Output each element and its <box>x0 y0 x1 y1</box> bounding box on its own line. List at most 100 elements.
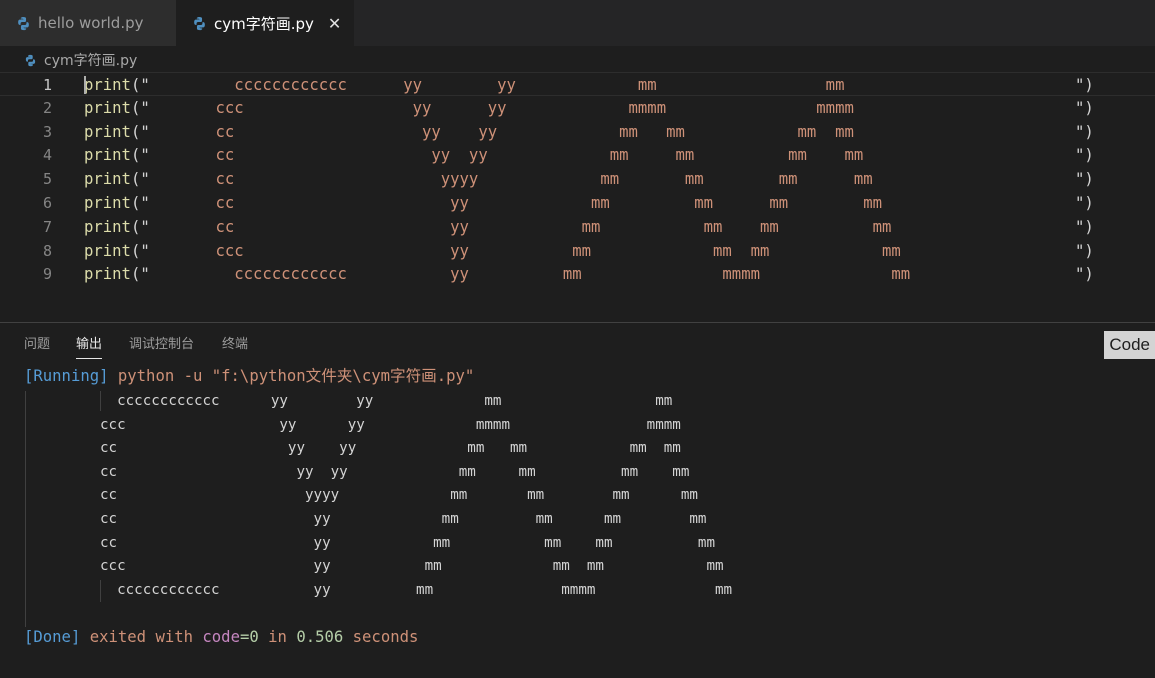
open-paren: (" <box>130 76 150 94</box>
indent-guide <box>25 391 26 627</box>
breadcrumb-file: cym字符画.py <box>44 53 138 69</box>
code-line[interactable]: 1 print(" cccccccccccc yy yy mm mm ") <box>0 72 1155 96</box>
code-line[interactable]: 7 print(" cc yy mm mm mm mm ") <box>0 215 1155 239</box>
code-text: print(" cc yy mm mm mm mm <box>84 191 882 215</box>
tab-bar: hello world.py cym字符画.py ✕ <box>0 0 1155 46</box>
line-number: 1 <box>42 76 52 94</box>
code-line[interactable]: 5 print(" cc yyyy mm mm mm mm ") <box>0 167 1155 191</box>
code-text: print(" cc yyyy mm mm mm mm <box>84 167 873 191</box>
print-keyword: print <box>84 146 131 165</box>
done-text: exited with <box>80 628 203 646</box>
open-paren: (" <box>130 217 150 236</box>
string-literal: cc yyyy mm mm mm mm <box>149 170 873 189</box>
line-number: 6 <box>42 194 52 212</box>
output-line: cc yy yy mm mm mm mm <box>100 463 690 480</box>
code-line[interactable]: 9 print(" cccccccccccc yy mm mmmm mm ") <box>0 262 1155 286</box>
tab-label: cym字符画.py <box>214 14 314 33</box>
code-badge: Code <box>1104 331 1155 359</box>
code-line[interactable]: 3 print(" cc yy yy mm mm mm mm ") <box>0 120 1155 144</box>
code-line[interactable]: 2 print(" ccc yy yy mmmm mmmm ") <box>0 96 1155 120</box>
open-paren: (" <box>130 241 150 260</box>
open-paren: (" <box>130 122 150 141</box>
tab-label: hello world.py <box>38 14 144 32</box>
line-number: 8 <box>42 241 52 260</box>
code-line[interactable]: 8 print(" ccc yy mm mm mm mm ") <box>0 239 1155 263</box>
print-keyword: print <box>84 241 131 260</box>
string-literal: cc yy yy mm mm mm mm <box>149 122 854 141</box>
output-line: cccccccccccc yy mm mmmm mm <box>100 581 733 598</box>
code-line[interactable]: 6 print(" cc yy mm mm mm mm ") <box>0 191 1155 215</box>
close-paren: ") <box>1075 146 1094 165</box>
tab-debug-console[interactable]: 调试控制台 <box>129 336 194 354</box>
close-icon[interactable]: ✕ <box>328 14 341 33</box>
done-seconds-value: 0.506 <box>296 628 344 646</box>
output-line: cccccccccccc yy yy mm mm <box>100 393 673 409</box>
code-text: print(" cc yy mm mm mm mm <box>84 215 891 239</box>
output-line: ccc yy mm mm mm mm <box>100 558 724 575</box>
panel-divider <box>0 322 1155 323</box>
run-command: python -u "f:\python文件夹\cym字符画.py" <box>108 367 475 385</box>
close-paren: ") <box>1075 217 1094 236</box>
line-number: 7 <box>42 217 52 236</box>
python-icon <box>194 16 205 30</box>
line-number: 9 <box>42 265 52 284</box>
output-panel[interactable]: [Running] python -u "f:\python文件夹\cym字符画… <box>0 364 1155 678</box>
done-exit-code: =0 <box>239 628 259 646</box>
close-paren: ") <box>1075 122 1094 141</box>
tab-problems[interactable]: 问题 <box>24 336 50 354</box>
tab-terminal[interactable]: 终端 <box>222 336 248 354</box>
done-text: in <box>258 628 297 646</box>
code-text: print(" cc yy yy mm mm mm mm <box>84 143 863 167</box>
string-literal: cccccccccccc yy yy mm mm <box>149 76 845 94</box>
python-icon <box>25 54 36 66</box>
line-number: 2 <box>42 98 52 117</box>
done-code-word: code <box>202 628 240 646</box>
done-line: [Done] exited with code=0 in 0.506 secon… <box>24 626 418 649</box>
tab-output[interactable]: 输出 <box>76 336 103 359</box>
tab-hello-world[interactable]: hello world.py <box>0 0 176 46</box>
close-paren: ") <box>1075 98 1094 117</box>
done-text: seconds <box>343 628 419 646</box>
code-text: print(" ccc yy mm mm mm mm <box>84 239 901 263</box>
line-number: 4 <box>42 146 52 165</box>
print-keyword: print <box>84 122 131 141</box>
open-paren: (" <box>130 170 150 189</box>
breadcrumb[interactable]: cym字符画.py <box>24 50 137 70</box>
print-keyword: print <box>84 98 131 117</box>
close-paren: ") <box>1075 265 1094 284</box>
open-paren: (" <box>130 146 150 165</box>
print-keyword: print <box>84 217 131 236</box>
close-paren: ") <box>1075 76 1094 94</box>
open-paren: (" <box>130 98 150 117</box>
output-line: cc yy mm mm mm mm <box>100 534 715 551</box>
string-literal: ccc yy yy mmmm mmmm <box>149 98 854 117</box>
string-literal: ccc yy mm mm mm mm <box>149 241 901 260</box>
print-keyword: print <box>84 170 131 189</box>
print-keyword: print <box>84 76 131 94</box>
line-number: 3 <box>42 122 52 141</box>
text-cursor <box>84 76 86 94</box>
string-literal: cccccccccccc yy mm mmmm mm <box>149 265 911 284</box>
close-paren: ") <box>1075 241 1094 260</box>
output-line: cc yy yy mm mm mm mm <box>100 440 681 457</box>
code-text: print(" ccc yy yy mmmm mmmm <box>84 96 854 120</box>
panel-tabs: 问题 输出 调试控制台 终端 <box>0 330 1155 360</box>
string-literal: cc yy mm mm mm mm <box>149 217 892 236</box>
code-line[interactable]: 4 print(" cc yy yy mm mm mm mm ") <box>0 143 1155 167</box>
string-literal: cc yy mm mm mm mm <box>149 194 883 212</box>
done-tag: [Done] <box>24 628 81 646</box>
running-line: [Running] python -u "f:\python文件夹\cym字符画… <box>24 365 474 388</box>
code-editor[interactable]: 1 print(" cccccccccccc yy yy mm mm ") 2 prin… <box>0 72 1155 312</box>
running-tag: [Running] <box>24 367 109 385</box>
python-icon <box>18 16 29 30</box>
code-text: print(" cccccccccccc yy yy mm mm <box>84 73 844 97</box>
print-keyword: print <box>84 194 131 212</box>
open-paren: (" <box>130 194 150 212</box>
code-text: print(" cccccccccccc yy mm mmmm mm <box>84 262 910 286</box>
code-text: print(" cc yy yy mm mm mm mm <box>84 120 854 144</box>
tab-cym-char-art[interactable]: cym字符画.py ✕ <box>176 0 354 46</box>
print-keyword: print <box>84 265 131 284</box>
output-line: ccc yy yy mmmm mmmm <box>100 416 681 433</box>
string-literal: cc yy yy mm mm mm mm <box>149 146 864 165</box>
open-paren: (" <box>130 265 150 284</box>
